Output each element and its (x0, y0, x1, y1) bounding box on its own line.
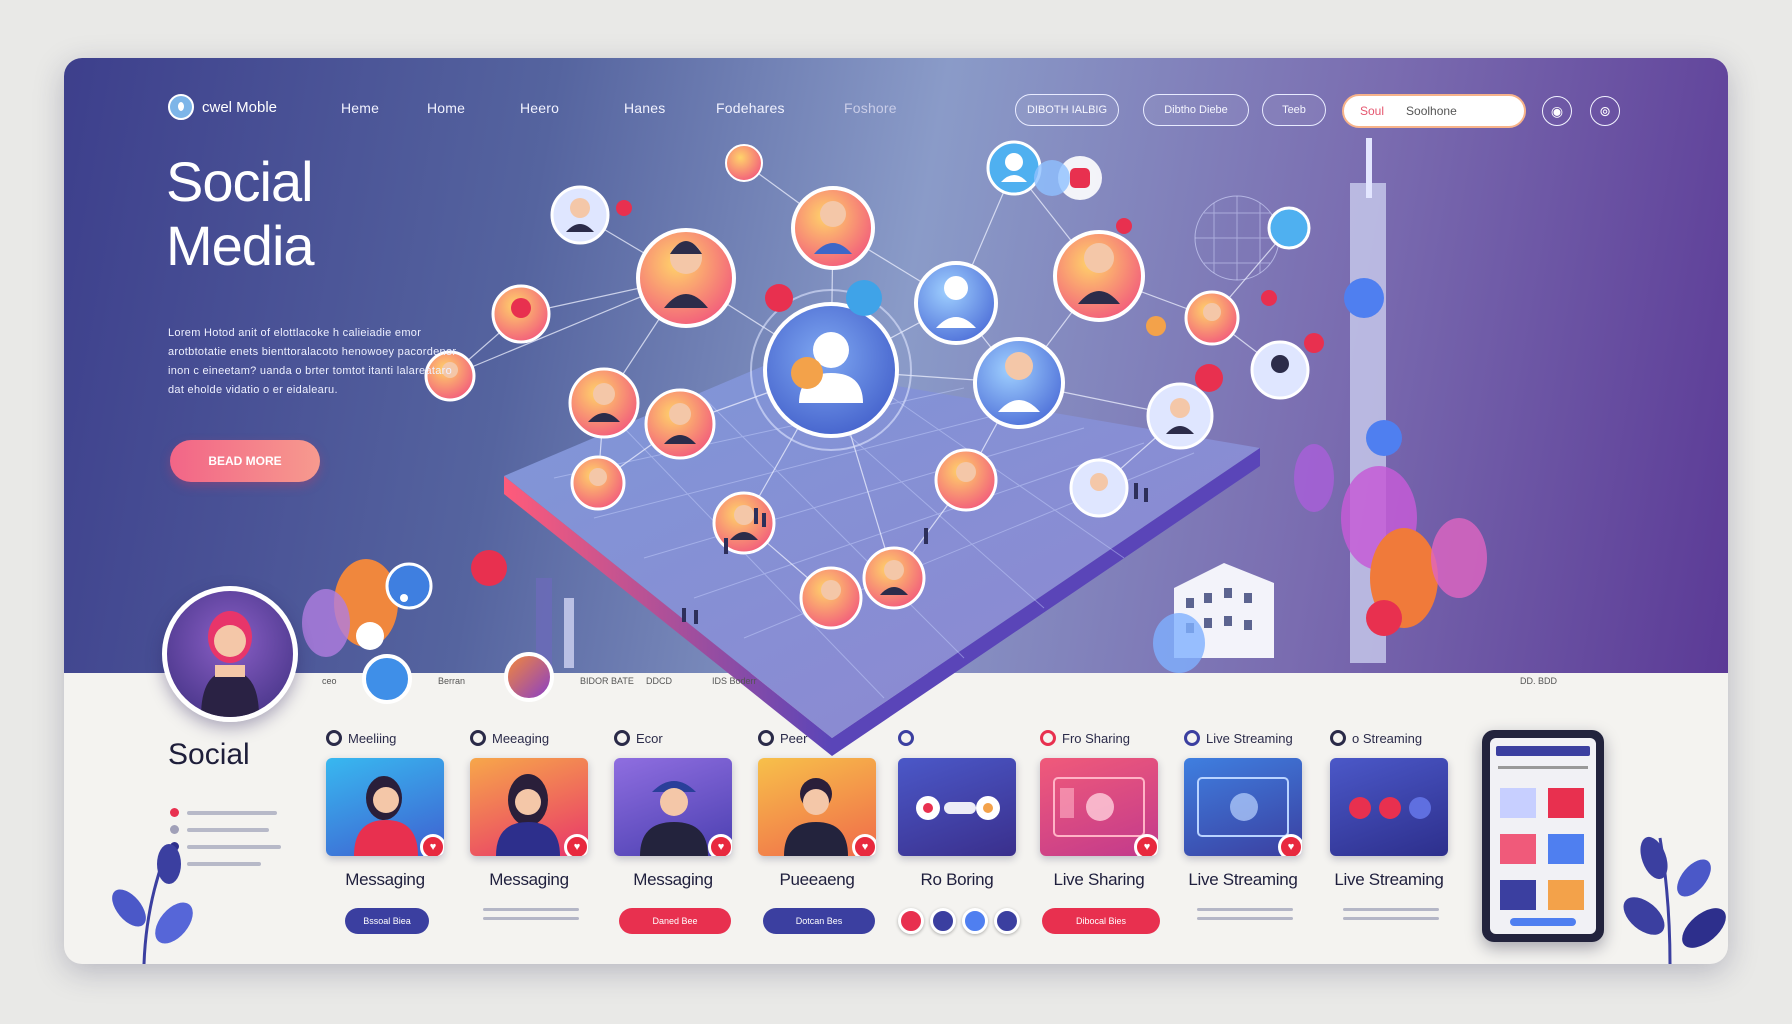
ring-icon (326, 730, 342, 746)
card-tag: Ecor (636, 730, 663, 746)
heart-icon[interactable]: ♥ (708, 834, 732, 856)
profile-icon[interactable]: ◉ (1542, 96, 1572, 126)
nav-link-1[interactable]: Heme (341, 100, 379, 116)
feature-card-live-streaming-1[interactable]: Live Streaming ♥ Live Streaming (1184, 726, 1306, 926)
nav-button-3[interactable]: Teeb (1262, 94, 1326, 126)
heart-icon[interactable] (898, 908, 924, 934)
subrow-text-4: DDCD (646, 676, 672, 686)
leaf-decoration-left (112, 844, 193, 964)
card-label: Messaging (633, 870, 713, 889)
feature-card-posting[interactable]: Peer ♥ Pueeaeng Dotcan Bes (758, 726, 880, 934)
globe-icon[interactable] (994, 908, 1020, 934)
user-bubble-icon[interactable] (504, 652, 554, 702)
card-image: ♥ (1184, 758, 1302, 856)
card-label: Pueeaeng (779, 870, 855, 889)
subrow-text-6: DD. BDD (1520, 676, 1558, 686)
card-button[interactable]: Dibocal Bies (1042, 908, 1160, 934)
hero-description: Lorem Hotod anit of elottlacoke h caliei… (168, 327, 457, 396)
subrow-text-2: Berran (438, 676, 466, 686)
feature-card-live-sharing[interactable]: Fro Sharing ♥ Live Sharing Dibocal Bies (1040, 726, 1162, 934)
subrow-text-3: BIDOR BATE (580, 676, 634, 686)
leaf-decoration-right (1623, 836, 1726, 964)
heart-icon[interactable]: ♥ (852, 834, 876, 856)
logo-icon (168, 94, 194, 120)
feature-card-live-streaming-2[interactable]: o Streaming Live Streaming (1330, 726, 1452, 926)
card-tag: Meeliing (348, 730, 397, 746)
card-icon-row (898, 908, 1020, 934)
profile-avatar[interactable] (162, 586, 298, 722)
subrow-text-1: ceo (322, 676, 337, 686)
card-button[interactable]: Bssoal Biea (345, 908, 429, 934)
feature-card-messaging-2[interactable]: Meeaging ♥ Messaging (470, 726, 592, 926)
nav-button-2[interactable]: Dibtho Diebe (1143, 94, 1249, 126)
card-tag: Peer (780, 730, 808, 746)
logo-text: cwel Moble (202, 98, 278, 116)
heart-icon[interactable]: ♥ (564, 834, 588, 856)
ring-icon (758, 730, 774, 746)
card-label: Live Sharing (1053, 870, 1145, 889)
ring-icon (470, 730, 486, 746)
ring-icon (898, 730, 914, 746)
nav-link-5[interactable]: Fodehares (716, 100, 785, 116)
drop-icon[interactable] (362, 654, 412, 704)
feature-card-messaging-3[interactable]: Ecor ♥ Messaging Daned Bee (614, 726, 736, 934)
nav-link-6[interactable]: Foshore (844, 100, 897, 116)
card-button[interactable]: Dotcan Bes (763, 908, 875, 934)
nav-button-1[interactable]: DIBOTH IALBIG (1015, 94, 1119, 126)
card-tag: o Streaming (1352, 730, 1423, 746)
app-frame: cwel Moble Heme Home Heero Hanes Fodehar… (64, 58, 1728, 964)
search-label: Soul (1360, 104, 1385, 118)
top-nav: cwel Moble Heme Home Heero Hanes Fodehar… (64, 86, 1728, 130)
card-image: ♥ (470, 758, 588, 856)
search-placeholder: Soolhone (1406, 104, 1457, 118)
subrow-text-5: IDS Boderr (712, 676, 757, 686)
woman-avatar-icon (201, 611, 259, 717)
ring-icon (614, 730, 630, 746)
feature-card-ro-boring[interactable]: Ro Boring (898, 726, 1020, 934)
card-label: Live Streaming (1334, 870, 1444, 889)
card-label: Ro Boring (920, 870, 994, 889)
card-label: Live Streaming (1188, 870, 1298, 889)
heart-icon[interactable]: ♥ (420, 834, 444, 856)
section-title: Social (168, 738, 250, 771)
hero-title: Social Media (166, 150, 315, 278)
network-illustration (302, 138, 1487, 756)
card-image: ♥ (1040, 758, 1158, 856)
link-icon[interactable] (962, 908, 988, 934)
ring-icon (1184, 730, 1200, 746)
card-text-lines (1197, 908, 1293, 920)
phone-mockup (1482, 730, 1604, 942)
feature-card-messaging-1[interactable]: Meeliing ♥ Messaging Bssoal Biea (326, 726, 448, 934)
card-image: ♥ (614, 758, 732, 856)
ring-icon (1330, 730, 1346, 746)
nav-link-3[interactable]: Heero (520, 100, 559, 116)
card-button[interactable]: Daned Bee (619, 908, 731, 934)
ring-icon (1040, 730, 1056, 746)
card-text-lines (483, 908, 579, 920)
settings-icon[interactable]: ⊚ (1590, 96, 1620, 126)
heart-icon[interactable]: ♥ (1134, 834, 1158, 856)
card-image: ♥ (758, 758, 876, 856)
search-input[interactable]: Soul Soolhone (1342, 94, 1526, 128)
card-image (898, 758, 1016, 856)
nav-link-4[interactable]: Hanes (624, 100, 665, 116)
card-tag: Meeaging (492, 730, 550, 746)
card-image (1330, 758, 1448, 856)
read-more-button[interactable]: BEAD MORE (170, 440, 320, 482)
card-image: ♥ (326, 758, 444, 856)
hub-avatar-icon (763, 302, 899, 438)
card-label: Messaging (489, 870, 569, 889)
nav-link-2[interactable]: Home (427, 100, 465, 116)
hero-title-line2: Media (166, 214, 315, 277)
card-label: Messaging (345, 870, 425, 889)
brand-logo[interactable]: cwel Moble (168, 94, 277, 120)
heart-icon[interactable]: ♥ (1278, 834, 1302, 856)
card-tag: Fro Sharing (1062, 730, 1130, 746)
card-text-lines (1343, 908, 1439, 920)
share-icon[interactable] (930, 908, 956, 934)
hero-title-line1: Social (166, 150, 314, 213)
card-tag: Live Streaming (1206, 730, 1293, 746)
